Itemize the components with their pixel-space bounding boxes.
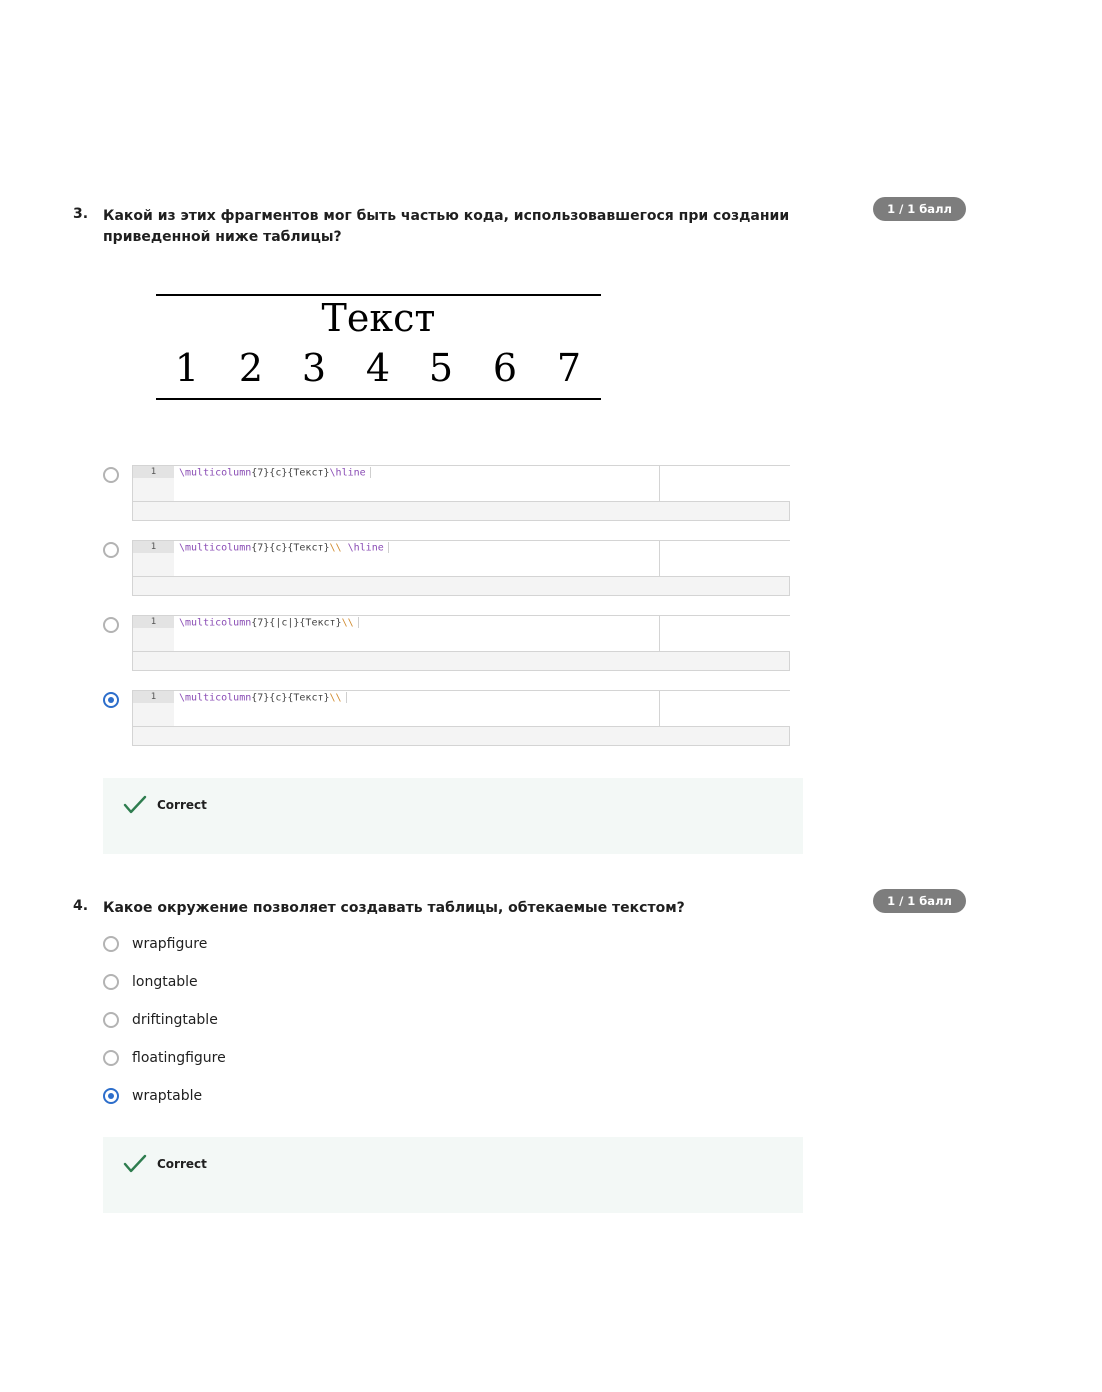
text-cursor <box>369 467 371 478</box>
option-label[interactable]: floatingfigure <box>132 1049 226 1067</box>
option-label[interactable]: driftingtable <box>132 1011 218 1029</box>
code-keyword: \multicolumn <box>179 617 252 629</box>
code-text: {7}{c}{Текст} <box>251 542 330 554</box>
check-icon <box>123 1154 147 1173</box>
code-editor: 1 \multicolumn{7}{c}{Текст}\\ <box>133 691 791 727</box>
table-cell: 1 <box>174 346 200 390</box>
code-side-panel <box>659 541 791 576</box>
radio-button[interactable] <box>103 1050 119 1066</box>
table-cell: 5 <box>428 346 454 390</box>
code-snippet-box: 1 \multicolumn{7}{|c|}{Текст}\\ <box>132 615 791 671</box>
score-badge: 1 / 1 балл <box>873 889 966 913</box>
code-side-panel <box>659 616 791 651</box>
table-cell: 3 <box>301 346 327 390</box>
code-side-panel <box>659 466 791 501</box>
feedback-panel: Correct <box>103 1137 803 1213</box>
code-line-break: \\ <box>329 542 342 554</box>
question-number: 4. <box>73 898 89 914</box>
code-text: {7}{|c|}{Текст} <box>251 617 342 629</box>
table-cell: 2 <box>238 346 264 390</box>
line-number: 1 <box>133 466 174 478</box>
radio-button-selected[interactable] <box>103 692 119 708</box>
code-side-panel <box>659 691 791 726</box>
radio-button[interactable] <box>103 1012 119 1028</box>
code-line: \multicolumn{7}{c}{Текст}\hline <box>179 467 371 480</box>
code-gutter: 1 <box>133 616 174 651</box>
table-bottom-rule <box>156 398 601 400</box>
text-cursor <box>387 542 389 553</box>
table-header-cell: Текст <box>321 296 436 340</box>
radio-button[interactable] <box>103 542 119 558</box>
score-badge: 1 / 1 балл <box>873 197 966 221</box>
code-gutter: 1 <box>133 691 174 726</box>
radio-button[interactable] <box>103 974 119 990</box>
check-icon <box>123 795 147 814</box>
feedback-text: Correct <box>157 1157 207 1171</box>
option-label[interactable]: longtable <box>132 973 198 991</box>
code-gutter: 1 <box>133 541 174 576</box>
code-text: {7}{c}{Текст} <box>251 467 330 479</box>
table-cell: 4 <box>365 346 391 390</box>
code-snippet-box: 1 \multicolumn{7}{c}{Текст}\hline <box>132 465 791 521</box>
line-number: 1 <box>133 541 174 553</box>
question-number: 3. <box>73 206 89 222</box>
radio-button[interactable] <box>103 467 119 483</box>
latex-table-image: Текст 1 2 3 4 5 6 7 <box>156 294 601 400</box>
radio-button[interactable] <box>103 617 119 633</box>
code-keyword: \multicolumn <box>179 467 252 479</box>
code-editor: 1 \multicolumn{7}{|c|}{Текст}\\ <box>133 616 791 652</box>
code-keyword: \multicolumn <box>179 542 252 554</box>
code-line: \multicolumn{7}{c}{Текст}\\ <box>179 692 347 705</box>
table-cell: 7 <box>556 346 582 390</box>
code-keyword: \hline <box>329 467 366 479</box>
feedback-text: Correct <box>157 798 207 812</box>
line-number: 1 <box>133 691 174 703</box>
code-snippet-box: 1 \multicolumn{7}{c}{Текст}\\ <box>132 690 791 746</box>
code-editor: 1 \multicolumn{7}{c}{Текст}\hline <box>133 466 791 502</box>
code-keyword: \multicolumn <box>179 692 252 704</box>
code-gutter: 1 <box>133 466 174 501</box>
radio-button[interactable] <box>103 936 119 952</box>
code-keyword: \hline <box>347 542 384 554</box>
question-text: Какое окружение позволяет создавать табл… <box>103 900 685 916</box>
code-text: {7}{c}{Текст} <box>251 692 330 704</box>
line-number: 1 <box>133 616 174 628</box>
code-editor: 1 \multicolumn{7}{c}{Текст}\\ \hline <box>133 541 791 577</box>
code-line-break: \\ <box>329 692 342 704</box>
text-cursor <box>357 617 359 628</box>
radio-button-selected[interactable] <box>103 1088 119 1104</box>
code-line: \multicolumn{7}{|c|}{Текст}\\ <box>179 617 359 630</box>
text-cursor <box>345 692 347 703</box>
option-label[interactable]: wrapfigure <box>132 935 207 953</box>
code-snippet-box: 1 \multicolumn{7}{c}{Текст}\\ \hline <box>132 540 791 596</box>
table-cell: 6 <box>492 346 518 390</box>
question-text: Какой из этих фрагментов мог быть частью… <box>103 208 790 245</box>
option-label[interactable]: wraptable <box>132 1087 202 1105</box>
feedback-panel: Correct <box>103 778 803 854</box>
code-line-break: \\ <box>341 617 354 629</box>
code-line: \multicolumn{7}{c}{Текст}\\ \hline <box>179 542 389 555</box>
